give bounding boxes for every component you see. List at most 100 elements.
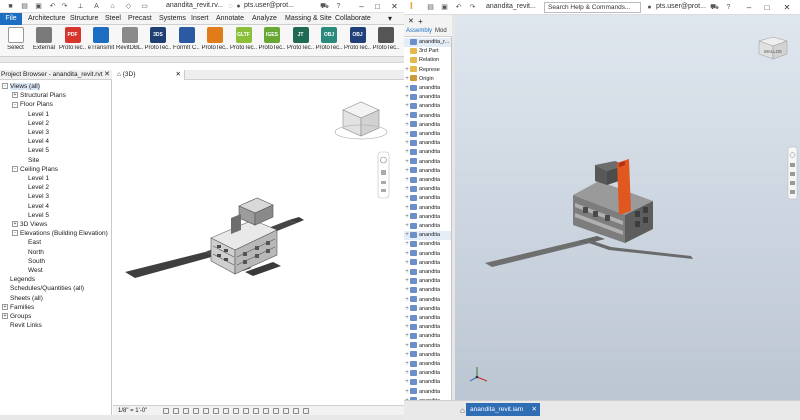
browser-node[interactable]: +anandita [404, 360, 451, 369]
revit-3d-viewport[interactable] [113, 80, 404, 405]
browser-node[interactable]: +anandita [404, 342, 451, 351]
tree-item[interactable]: + Structural Plans [12, 91, 66, 100]
inv-maximize-icon[interactable]: □ [760, 0, 774, 15]
measure-icon[interactable]: ⟂ [76, 2, 85, 11]
collapse-icon[interactable]: - [12, 166, 18, 173]
browser-node[interactable]: +anandita [404, 388, 451, 397]
undo-icon[interactable]: ↶ [48, 2, 57, 11]
tab-3d-view[interactable]: ⌂ {3D} ✕ [113, 70, 185, 80]
temporary-props-icon[interactable] [273, 408, 279, 414]
tab-file[interactable]: File [0, 13, 22, 25]
inv-user-icon[interactable]: ● [645, 3, 654, 12]
browser-node[interactable]: +anandita [404, 93, 451, 102]
revit-view-cube[interactable] [334, 101, 388, 140]
browser-node[interactable]: 3rd Part [404, 47, 451, 56]
tab-architecture[interactable]: Architecture [26, 13, 67, 25]
text-icon[interactable]: A [92, 2, 101, 11]
tab-analyze[interactable]: Analyze [250, 13, 279, 25]
ribbon-button-4[interactable]: RevitDBL... [116, 26, 143, 56]
3d-view-icon[interactable]: ⌂ [108, 2, 117, 11]
maximize-icon[interactable]: □ [371, 0, 384, 13]
inv-undo-icon[interactable]: ↶ [454, 3, 463, 12]
user-icon[interactable]: ● [234, 2, 243, 11]
help-search-input[interactable]: Search Help & Commands... [544, 2, 641, 13]
ribbon-button-5[interactable]: 3DS ProtoTec... [145, 26, 172, 56]
visual-style-icon[interactable] [173, 408, 179, 414]
inventor-view-cube[interactable]: WALLDE [758, 36, 788, 60]
browser-node[interactable]: +anandita [404, 277, 451, 286]
highlight-icon[interactable] [293, 408, 299, 414]
redo-icon[interactable]: ↷ [60, 2, 69, 11]
inv-help-icon[interactable]: ? [724, 3, 733, 12]
inventor-user-name[interactable]: pts.user@prot... [656, 3, 706, 10]
save-icon[interactable]: ▣ [34, 2, 43, 11]
expand-icon[interactable]: + [12, 92, 18, 99]
collapse-icon[interactable]: - [12, 101, 18, 108]
tree-item[interactable]: South [28, 257, 45, 266]
tab-collaborate[interactable]: Collaborate [333, 13, 373, 25]
tree-item[interactable]: Level 2 [28, 119, 49, 128]
browser-node[interactable]: +anandita [404, 332, 451, 341]
browser-node[interactable]: +anandita [404, 102, 451, 111]
sun-path-icon[interactable] [183, 408, 189, 414]
inv-save-icon[interactable]: ▣ [440, 3, 449, 12]
browser-node[interactable]: +anandita [404, 204, 451, 213]
tree-item[interactable]: Level 3 [28, 128, 49, 137]
browser-add-icon[interactable]: + [418, 17, 423, 26]
expand-icon[interactable]: + [2, 313, 8, 320]
browser-node[interactable]: +anandita [404, 185, 451, 194]
doc-tab-assembly[interactable]: anandita_revit.iam ✕ [466, 403, 540, 416]
tree-item[interactable]: - Ceiling Plans [12, 165, 58, 174]
inv-open-icon[interactable]: ▤ [426, 3, 435, 12]
browser-node[interactable]: +anandita [404, 176, 451, 185]
expand-icon[interactable]: + [12, 221, 18, 228]
tree-item[interactable]: + Groups [2, 312, 31, 321]
tree-item[interactable]: North [28, 248, 44, 257]
revit-user-name[interactable]: pts.user@prot... [244, 2, 294, 9]
ribbon-button-3[interactable]: eTransmit [88, 26, 115, 56]
browser-node[interactable]: +anandita [404, 112, 451, 121]
browser-node[interactable]: +anandita [404, 167, 451, 176]
shadows-icon[interactable] [193, 408, 199, 414]
tree-item[interactable]: Schedules/Quantities (all) [2, 284, 84, 293]
tree-item[interactable]: West [28, 266, 43, 275]
revit-building-model[interactable] [210, 197, 278, 275]
inventor-3d-scene[interactable]: WALLDE [455, 15, 800, 400]
inventor-navigation-bar[interactable] [787, 146, 798, 200]
tree-item[interactable]: Legends [2, 275, 35, 284]
tab-assembly[interactable]: Assembly [406, 28, 432, 34]
tab-model[interactable]: Mod [435, 28, 447, 34]
tree-item[interactable]: Sheets (all) [2, 294, 43, 303]
close-hidden-icon[interactable]: ▭ [140, 2, 149, 11]
browser-node[interactable]: +anandita [404, 286, 451, 295]
browser-close-icon[interactable]: ✕ [408, 17, 414, 25]
browser-node[interactable]: +anandita [404, 194, 451, 203]
browser-node[interactable]: + Origin [404, 75, 451, 84]
tree-item[interactable]: Level 5 [28, 146, 49, 155]
tree-item[interactable]: Site [28, 156, 39, 165]
tree-item[interactable]: Level 3 [28, 192, 49, 201]
help-icon[interactable]: ? [334, 2, 343, 11]
cart-icon[interactable]: ⛟ [320, 2, 329, 11]
inv-redo-icon[interactable]: ↷ [468, 3, 477, 12]
browser-node[interactable]: +anandita [404, 314, 451, 323]
constraints-icon[interactable] [303, 408, 309, 414]
tab-steel[interactable]: Steel [103, 13, 123, 25]
tree-item[interactable]: - Elevations (Building Elevation) [12, 229, 108, 238]
collapse-icon[interactable]: - [2, 83, 8, 90]
ribbon-button-10[interactable]: JT ProtoTec... [287, 26, 314, 56]
ribbon-toggle-icon[interactable]: ▾ [386, 13, 394, 25]
ribbon-button-7[interactable]: ProtoTec... [202, 26, 229, 56]
browser-node[interactable]: +anandita [404, 121, 451, 130]
tab-insert[interactable]: Insert [189, 13, 211, 25]
ribbon-button-0[interactable]: Select [2, 26, 29, 56]
expand-icon[interactable]: + [2, 304, 8, 311]
tree-item[interactable]: East [28, 238, 41, 247]
tree-item[interactable]: Level 4 [28, 202, 49, 211]
browser-node[interactable]: +anandita [404, 222, 451, 231]
inventor-3d-viewport[interactable]: WALLDE [455, 15, 800, 400]
tab-massing-site[interactable]: Massing & Site [283, 13, 334, 25]
view-tab-close-icon[interactable]: ✕ [176, 70, 181, 80]
browser-node[interactable]: anandita_r... [404, 38, 451, 48]
tree-item[interactable]: - Floor Plans [12, 100, 53, 109]
